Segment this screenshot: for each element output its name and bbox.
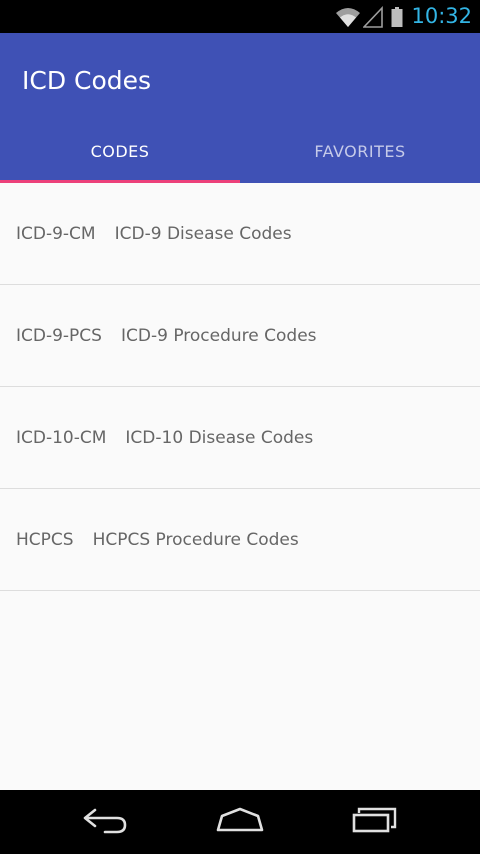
tab-codes-label: CODES [90, 142, 150, 161]
list-item-code: ICD-10-CM [16, 427, 107, 448]
status-clock: 10:32 [411, 4, 472, 28]
tab-codes[interactable]: CODES [0, 131, 240, 183]
list-item-description: ICD-9 Disease Codes [114, 223, 292, 244]
tab-favorites[interactable]: FAVORITES [240, 131, 480, 183]
list-item-code: HCPCS [16, 529, 74, 550]
back-icon [81, 805, 131, 839]
home-button[interactable] [200, 790, 280, 854]
status-icons: 10:32 [335, 0, 472, 33]
back-button[interactable] [66, 790, 146, 854]
app-bar: ICD Codes CODES FAVORITES [0, 33, 480, 183]
battery-icon [391, 6, 403, 28]
list-item-icd-9-cm[interactable]: ICD-9-CM ICD-9 Disease Codes [0, 183, 480, 285]
navigation-bar [0, 790, 480, 854]
list-item-description: HCPCS Procedure Codes [92, 529, 299, 550]
status-bar: 10:32 [0, 0, 480, 33]
list-item-icd-10-cm[interactable]: ICD-10-CM ICD-10 Disease Codes [0, 387, 480, 489]
code-list: ICD-9-CM ICD-9 Disease Codes ICD-9-PCS I… [0, 183, 480, 591]
tab-bar: CODES FAVORITES [0, 131, 480, 183]
list-item-code: ICD-9-CM [16, 223, 96, 244]
list-item-code: ICD-9-PCS [16, 325, 102, 346]
wifi-icon [335, 6, 361, 28]
signal-icon [363, 5, 384, 28]
list-item-icd-9-pcs[interactable]: ICD-9-PCS ICD-9 Procedure Codes [0, 285, 480, 387]
app-title: ICD Codes [22, 66, 152, 95]
list-item-description: ICD-10 Disease Codes [125, 427, 314, 448]
recent-apps-icon [351, 805, 399, 839]
home-icon [214, 806, 266, 838]
tab-favorites-label: FAVORITES [314, 142, 406, 161]
list-item-hcpcs[interactable]: HCPCS HCPCS Procedure Codes [0, 489, 480, 591]
recent-apps-button[interactable] [335, 790, 415, 854]
list-item-description: ICD-9 Procedure Codes [120, 325, 317, 346]
